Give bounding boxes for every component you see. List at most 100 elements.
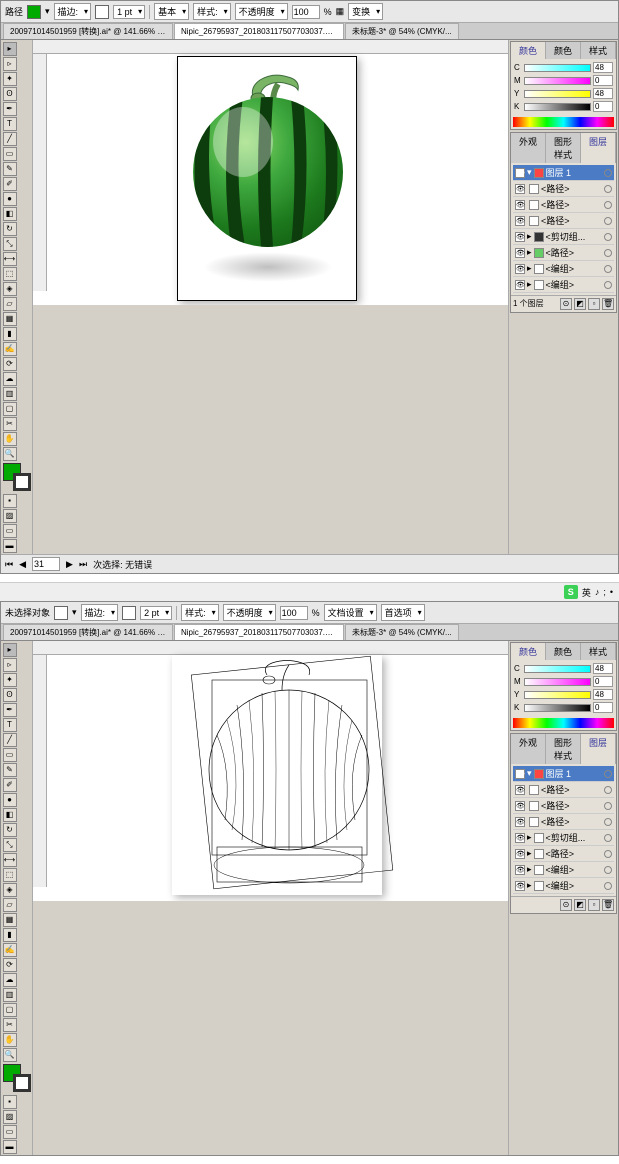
magenta-slider[interactable] (524, 678, 591, 686)
rotate-tool[interactable]: ↻ (3, 222, 17, 236)
fill-swatch[interactable] (54, 606, 68, 620)
selection-tool[interactable]: ▸ (3, 643, 17, 657)
ime-icon[interactable]: ♪ (595, 587, 600, 597)
graph-tool[interactable]: ▥ (3, 988, 17, 1002)
lasso-tool[interactable]: ʘ (3, 87, 17, 101)
shape-builder-tool[interactable]: ◈ (3, 883, 17, 897)
eyedropper-tool[interactable]: ✍ (3, 943, 17, 957)
locate-button[interactable]: ⊙ (560, 899, 572, 911)
color-tab[interactable]: 颜色 (511, 643, 546, 660)
fill-swatch[interactable] (27, 5, 41, 19)
fill-stroke-control[interactable] (3, 1064, 31, 1092)
color-guide-tab[interactable]: 颜色 (546, 42, 581, 59)
direct-selection-tool[interactable]: ▹ (3, 57, 17, 71)
layer-row[interactable]: 👁 <路径> (513, 213, 614, 229)
gradient-mode[interactable]: ▨ (3, 1110, 17, 1124)
black-slider[interactable] (524, 103, 591, 111)
visibility-icon[interactable]: 👁 (515, 264, 525, 274)
screen-mode[interactable]: ▭ (3, 524, 17, 538)
direct-selection-tool[interactable]: ▹ (3, 658, 17, 672)
canvas-viewport[interactable] (47, 655, 494, 887)
scale-tool[interactable]: ⤡ (3, 237, 17, 251)
brush-tool[interactable]: ✎ (3, 162, 17, 176)
pencil-tool[interactable]: ✐ (3, 778, 17, 792)
stroke-dropdown[interactable]: 描边: (54, 3, 92, 20)
ime-badge[interactable]: S (564, 585, 578, 599)
magenta-value[interactable] (593, 676, 613, 687)
stroke-swatch[interactable] (122, 606, 136, 620)
lasso-tool[interactable]: ʘ (3, 688, 17, 702)
doc-tab[interactable]: 未标题-3* @ 54% (CMYK/... (345, 23, 459, 39)
visibility-icon[interactable]: 👁 (515, 801, 525, 811)
slice-tool[interactable]: ✂ (3, 417, 17, 431)
layer-row[interactable]: 👁▾图层 1 (513, 165, 614, 181)
eraser-tool[interactable]: ◧ (3, 808, 17, 822)
doc-setup-button[interactable]: 文档设置 (324, 604, 377, 621)
black-slider[interactable] (524, 704, 591, 712)
blend-tool[interactable]: ⟳ (3, 357, 17, 371)
magic-wand-tool[interactable]: ✦ (3, 72, 17, 86)
doc-tab[interactable]: 200971014501959 [转换].ai* @ 141.66% (... (3, 624, 173, 640)
width-tool[interactable]: ⟷ (3, 853, 17, 867)
layer-row[interactable]: 👁▸<编组> (513, 261, 614, 277)
doc-tab-active[interactable]: Nipic_26795937_201803117507703037.ai* @ … (174, 23, 344, 39)
visibility-icon[interactable]: 👁 (515, 200, 525, 210)
blob-brush-tool[interactable]: ● (3, 192, 17, 206)
layer-row[interactable]: 👁▸<路径> (513, 245, 614, 261)
brush-dropdown[interactable]: 基本 (154, 3, 189, 20)
layer-row[interactable]: 👁 <路径> (513, 197, 614, 213)
gradient-tool[interactable]: ▮ (3, 928, 17, 942)
style-dropdown[interactable]: 样式: (193, 3, 231, 20)
canvas[interactable] (33, 641, 508, 901)
delete-layer-button[interactable]: 🗑 (602, 298, 614, 310)
magenta-slider[interactable] (524, 77, 591, 85)
zoom-tool[interactable]: 🔍 (3, 447, 17, 461)
color-mode[interactable]: ▪ (3, 1095, 17, 1109)
symbol-tool[interactable]: ☁ (3, 372, 17, 386)
canvas[interactable] (33, 40, 508, 305)
canvas-viewport[interactable] (47, 54, 494, 291)
opacity-dropdown[interactable]: 不透明度 (235, 3, 288, 20)
visibility-icon[interactable]: 👁 (515, 865, 525, 875)
visibility-icon[interactable]: 👁 (515, 232, 525, 242)
color-guide-tab[interactable]: 颜色 (546, 643, 581, 660)
rectangle-tool[interactable]: ▭ (3, 147, 17, 161)
layer-row[interactable]: 👁▸<编组> (513, 277, 614, 293)
slice-tool[interactable]: ✂ (3, 1018, 17, 1032)
pen-tool[interactable]: ✒ (3, 703, 17, 717)
visibility-icon[interactable]: 👁 (515, 881, 525, 891)
shape-builder-tool[interactable]: ◈ (3, 282, 17, 296)
doc-tab[interactable]: 未标题-3* @ 54% (CMYK/... (345, 624, 459, 640)
layer-row[interactable]: 👁▸<编组> (513, 878, 614, 894)
perspective-tool[interactable]: ▱ (3, 297, 17, 311)
new-sublayer-button[interactable]: ◩ (574, 298, 586, 310)
visibility-icon[interactable]: 👁 (515, 216, 525, 226)
artboard-tool[interactable]: ▢ (3, 1003, 17, 1017)
opacity-dropdown[interactable]: 不透明度 (223, 604, 276, 621)
free-transform-tool[interactable]: ⬚ (3, 868, 17, 882)
delete-layer-button[interactable]: 🗑 (602, 899, 614, 911)
yellow-slider[interactable] (524, 691, 591, 699)
scale-tool[interactable]: ⤡ (3, 838, 17, 852)
cyan-slider[interactable] (524, 665, 591, 673)
mesh-tool[interactable]: ▦ (3, 913, 17, 927)
doc-tab[interactable]: 200971014501959 [转换].ai* @ 141.66% (RGB/… (3, 23, 173, 39)
style-dropdown[interactable]: 样式: (181, 604, 219, 621)
line-tool[interactable]: ╱ (3, 733, 17, 747)
pencil-tool[interactable]: ✐ (3, 177, 17, 191)
cyan-slider[interactable] (524, 64, 591, 72)
cyan-value[interactable] (593, 62, 613, 73)
color-tab[interactable]: 颜色 (511, 42, 546, 59)
artboard-tool[interactable]: ▢ (3, 402, 17, 416)
color-mode[interactable]: ▪ (3, 494, 17, 508)
black-value[interactable] (593, 101, 613, 112)
prefs-button[interactable]: 首选项 (381, 604, 425, 621)
stroke-weight[interactable]: 2 pt (140, 606, 172, 620)
visibility-icon[interactable]: 👁 (515, 184, 525, 194)
eyedropper-tool[interactable]: ✍ (3, 342, 17, 356)
stroke-color[interactable] (13, 1074, 31, 1092)
layer-row[interactable]: 👁 <路径> (513, 814, 614, 830)
chevron-down-icon[interactable]: ▾ (45, 6, 50, 17)
graphic-styles-tab[interactable]: 图形样式 (546, 734, 581, 764)
appearance-tab[interactable]: 外观 (511, 734, 546, 764)
